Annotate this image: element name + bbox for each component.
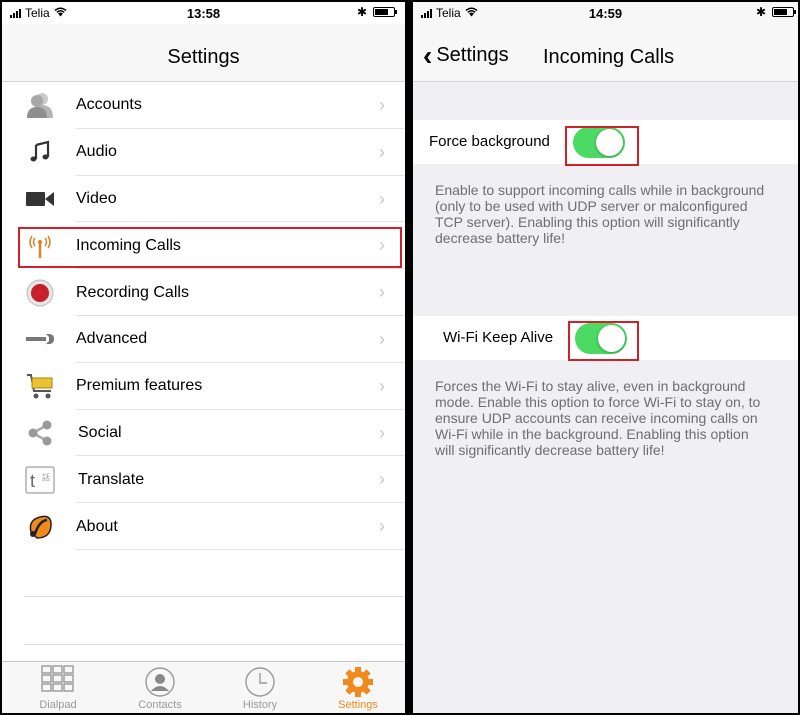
settings-item-label: Audio bbox=[76, 143, 117, 161]
settings-item-label: Incoming Calls bbox=[76, 236, 181, 254]
chevron-right-icon: › bbox=[379, 95, 385, 115]
status-time: 14:59 bbox=[588, 6, 623, 21]
status-bar: Telia 13:58 ✱ bbox=[2, 2, 405, 24]
contacts-icon bbox=[120, 665, 200, 699]
settings-item-label: Premium features bbox=[76, 377, 203, 395]
settings-item-label: Accounts bbox=[76, 96, 142, 114]
divider bbox=[24, 644, 405, 645]
settings-list: Accounts › Audio › Video › Incoming Call… bbox=[2, 82, 405, 550]
svg-text:t: t bbox=[30, 471, 35, 491]
chevron-right-icon: › bbox=[379, 235, 385, 256]
chevron-right-icon: › bbox=[379, 141, 385, 162]
settings-item-label: Video bbox=[76, 189, 117, 207]
about-icon bbox=[24, 511, 56, 543]
settings-item-label: Translate bbox=[78, 470, 145, 488]
highlight-box bbox=[568, 321, 639, 361]
bluetooth-icon: ✱ bbox=[356, 5, 367, 19]
antenna-icon bbox=[24, 230, 56, 262]
force-background-description: Enable to support incoming calls while i… bbox=[435, 182, 765, 246]
wifi-keep-alive-description: Forces the Wi-Fi to stay alive, even in … bbox=[435, 378, 761, 458]
tab-label: History bbox=[242, 699, 278, 711]
chevron-right-icon: › bbox=[379, 516, 385, 537]
settings-item-advanced[interactable]: Advanced › bbox=[2, 316, 405, 363]
wrench-icon bbox=[24, 323, 56, 355]
battery-icon bbox=[772, 7, 796, 17]
record-icon bbox=[24, 277, 56, 309]
accounts-icon bbox=[24, 89, 56, 121]
settings-item-label: About bbox=[76, 517, 118, 535]
chevron-right-icon: › bbox=[379, 375, 385, 396]
settings-item-incoming-calls[interactable]: Incoming Calls › bbox=[2, 222, 405, 270]
status-bar: Telia 14:59 ✱ bbox=[413, 2, 798, 24]
music-note-icon bbox=[24, 136, 56, 168]
force-background-label: Force background bbox=[429, 133, 550, 150]
tab-bar: Dialpad Contacts History Settings bbox=[2, 661, 405, 713]
bluetooth-icon: ✱ bbox=[755, 5, 766, 19]
settings-item-video[interactable]: Video › bbox=[2, 176, 405, 223]
translate-icon: t話 bbox=[24, 464, 56, 496]
svg-text:話: 話 bbox=[42, 472, 50, 482]
tab-dialpad[interactable]: Dialpad bbox=[18, 665, 98, 711]
back-label: Settings bbox=[436, 44, 509, 66]
settings-item-accounts[interactable]: Accounts › bbox=[2, 82, 405, 129]
settings-item-about[interactable]: About › bbox=[2, 503, 405, 550]
page-title: Incoming Calls bbox=[543, 46, 675, 68]
navigation-bar: ‹ Settings Incoming Calls bbox=[413, 24, 798, 82]
wifi-keep-alive-label: Wi-Fi Keep Alive bbox=[443, 329, 554, 346]
tab-history[interactable]: History bbox=[220, 665, 300, 711]
chevron-right-icon: › bbox=[379, 328, 385, 349]
battery-icon bbox=[373, 7, 397, 17]
cart-icon bbox=[24, 370, 56, 402]
share-icon bbox=[24, 417, 56, 449]
page-title: Settings bbox=[167, 46, 240, 68]
settings-screen: Telia 13:58 ✱ Settings Accounts › Audio bbox=[0, 0, 407, 715]
tab-label: Contacts bbox=[138, 699, 182, 711]
tab-label: Settings bbox=[338, 699, 378, 711]
settings-item-label: Social bbox=[78, 423, 122, 441]
tab-settings[interactable]: Settings bbox=[318, 665, 398, 711]
navigation-bar: Settings bbox=[2, 24, 405, 82]
chevron-right-icon: › bbox=[379, 282, 385, 303]
tab-label: Dialpad bbox=[39, 699, 77, 711]
settings-item-translate[interactable]: t話 Translate › bbox=[2, 456, 405, 504]
tab-contacts[interactable]: Contacts bbox=[120, 665, 200, 711]
settings-item-audio[interactable]: Audio › bbox=[2, 129, 405, 176]
settings-item-label: Advanced bbox=[76, 330, 148, 348]
highlight-box bbox=[565, 126, 639, 166]
settings-item-recording-calls[interactable]: Recording Calls › bbox=[2, 269, 405, 316]
chevron-right-icon: › bbox=[379, 188, 385, 209]
divider bbox=[24, 596, 405, 597]
incoming-calls-screen: Telia 14:59 ✱ ‹ Settings Incoming Calls … bbox=[411, 0, 800, 715]
status-time: 13:58 bbox=[186, 6, 221, 21]
chevron-right-icon: › bbox=[379, 469, 385, 490]
settings-item-social[interactable]: Social › bbox=[2, 410, 405, 457]
chevron-left-icon: ‹ bbox=[423, 39, 433, 71]
dialpad-icon bbox=[18, 665, 98, 699]
back-button[interactable]: ‹ Settings bbox=[423, 39, 509, 71]
settings-item-premium-features[interactable]: Premium features › bbox=[2, 363, 405, 410]
chevron-right-icon: › bbox=[379, 422, 385, 443]
clock-icon bbox=[220, 665, 300, 699]
video-camera-icon bbox=[24, 183, 56, 215]
gear-icon bbox=[318, 665, 398, 699]
settings-item-label: Recording Calls bbox=[76, 283, 189, 301]
